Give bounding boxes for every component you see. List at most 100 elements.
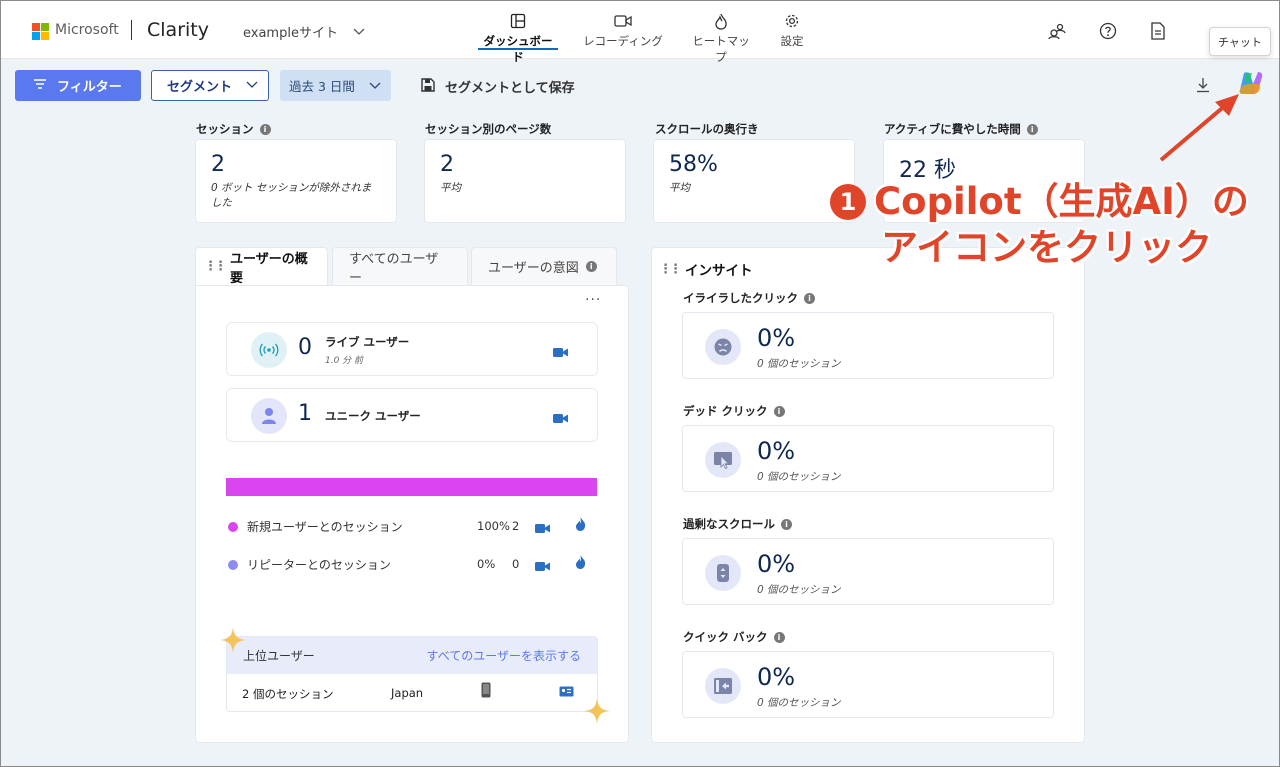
gear-icon xyxy=(776,11,808,31)
live-users-count: 0 xyxy=(298,335,312,360)
insight-label-excessive-scroll: 過剰なスクロール i xyxy=(683,516,792,532)
user-card-icon[interactable] xyxy=(559,686,574,700)
legend-new-sessions: 新規ユーザーとのセッション xyxy=(228,518,403,535)
country-cell: Japan xyxy=(391,686,424,700)
screenshot-frame xyxy=(0,0,1280,767)
info-icon[interactable]: i xyxy=(259,123,271,135)
metric-value: 2 xyxy=(211,152,225,177)
unique-users-count: 1 xyxy=(298,401,312,426)
people-icon[interactable] xyxy=(1048,22,1066,44)
chat-tooltip: チャット xyxy=(1209,27,1271,56)
table-row[interactable]: 2 個のセッション Japan xyxy=(227,674,597,713)
microsoft-logo-icon xyxy=(32,23,49,40)
metric-label-active-time: アクティブに費やした時間 i xyxy=(884,121,1038,137)
metric-value: 58% xyxy=(669,152,718,177)
insight-card-excessive-scroll[interactable]: 0% 0 個のセッション xyxy=(682,538,1054,605)
help-icon[interactable] xyxy=(1099,22,1117,44)
heatmap-icon[interactable] xyxy=(575,516,586,535)
legend-pct: 0% xyxy=(477,557,496,571)
metric-sub: 0 ボット セッションが除外されました xyxy=(211,182,372,209)
info-icon[interactable]: i xyxy=(804,292,815,304)
tab-all-users[interactable]: すべてのユーザー xyxy=(332,247,468,286)
live-users-time: 1.0 分 前 xyxy=(325,356,364,366)
top-nav: Microsoft Clarity exampleサイト ダッシュボード レコー… xyxy=(1,1,1279,64)
chevron-down-icon[interactable] xyxy=(353,22,365,41)
legend-dot xyxy=(228,559,238,570)
sessions-cell: 2 個のセッション xyxy=(242,687,334,701)
filter-icon xyxy=(33,78,47,94)
insight-sub: 0 個のセッション xyxy=(757,697,841,709)
tab-dashboard[interactable]: ダッシュボード xyxy=(478,11,558,65)
save-segment-label: セグメントとして保存 xyxy=(445,81,575,96)
insights-title: ⋮⋮ インサイト xyxy=(659,261,753,280)
tab-heatmap[interactable]: ヒートマップ xyxy=(687,11,755,65)
mobile-device-icon xyxy=(481,682,491,701)
date-range-dropdown[interactable]: 過去 3 日間 xyxy=(280,70,391,101)
recording-icon[interactable] xyxy=(553,343,568,362)
angry-face-icon xyxy=(705,329,741,365)
callout-line2: アイコンをクリック xyxy=(881,226,1213,269)
info-icon[interactable]: i xyxy=(585,261,597,272)
metric-card-scroll: 58% 平均 xyxy=(653,139,855,223)
insight-sub: 0 個のセッション xyxy=(757,471,841,483)
heatmap-icon xyxy=(687,11,755,31)
insight-value: 0% xyxy=(757,437,796,465)
legend-pct: 100% xyxy=(477,519,510,533)
site-selector[interactable]: exampleサイト xyxy=(243,22,338,41)
filter-label: フィルター xyxy=(57,80,122,95)
top-users-title: 上位ユーザー xyxy=(243,649,315,663)
recording-icon[interactable] xyxy=(535,557,550,576)
divider xyxy=(131,20,132,40)
tab-settings[interactable]: 設定 xyxy=(776,11,808,49)
tab-user-intent[interactable]: ユーザーの意図 i xyxy=(471,247,617,285)
insight-card-rage-clicks[interactable]: 0% 0 個のセッション xyxy=(682,312,1054,379)
segment-dropdown[interactable]: セグメント xyxy=(151,70,269,101)
document-icon[interactable] xyxy=(1150,22,1166,44)
more-options-icon[interactable]: ··· xyxy=(585,292,601,308)
quick-back-icon xyxy=(705,668,741,704)
insight-label-rage-clicks: イライラしたクリック i xyxy=(683,290,815,306)
callout-arrow xyxy=(1155,90,1245,169)
chevron-down-icon xyxy=(246,78,258,93)
drag-handle-icon[interactable]: ⋮⋮ xyxy=(659,262,682,277)
drag-handle-icon[interactable]: ⋮⋮ xyxy=(204,259,227,274)
recording-icon[interactable] xyxy=(535,519,550,538)
filter-button[interactable]: フィルター xyxy=(15,70,141,101)
live-users-label: ライブ ユーザー xyxy=(325,335,410,349)
recording-icon xyxy=(583,11,663,31)
tab-label: ダッシュボード xyxy=(483,34,553,64)
heatmap-icon[interactable] xyxy=(575,554,586,573)
callout-line1: Copilot（生成AI）の xyxy=(874,180,1249,223)
insight-value: 0% xyxy=(757,324,796,352)
insight-sub: 0 個のセッション xyxy=(757,358,841,370)
top-users-header: 上位ユーザー すべてのユーザーを表示する xyxy=(227,637,597,674)
date-range-label: 過去 3 日間 xyxy=(289,79,355,94)
chevron-down-icon xyxy=(369,78,381,93)
live-users-row: 0 ライブ ユーザー 1.0 分 前 xyxy=(226,322,598,376)
insight-card-dead-clicks[interactable]: 0% 0 個のセッション xyxy=(682,425,1054,492)
insight-card-quick-back[interactable]: 0% 0 個のセッション xyxy=(682,651,1054,718)
metric-card-pages: 2 平均 xyxy=(424,139,626,223)
sparkle-icon xyxy=(584,698,610,728)
metric-label-pages-per-session: セッション別のページ数 xyxy=(425,122,552,136)
tab-recording[interactable]: レコーディング xyxy=(583,11,663,49)
insight-value: 0% xyxy=(757,550,796,578)
annotation-callout: 1 Copilot（生成AI）の アイコンをクリック xyxy=(830,179,1249,271)
scroll-icon xyxy=(705,555,741,591)
info-icon[interactable]: i xyxy=(781,518,792,530)
info-icon[interactable]: i xyxy=(1026,123,1038,135)
info-icon[interactable]: i xyxy=(773,405,785,417)
save-icon xyxy=(421,77,435,96)
unique-users-row: 1 ユニーク ユーザー xyxy=(226,388,598,442)
recording-icon[interactable] xyxy=(553,409,568,428)
live-signal-icon xyxy=(251,332,287,368)
metric-label-sessions: セッション i xyxy=(196,121,271,137)
brand-title[interactable]: Clarity xyxy=(147,19,209,41)
info-icon[interactable]: i xyxy=(773,631,785,643)
save-segment-button[interactable]: セグメントとして保存 xyxy=(421,77,575,96)
dead-click-icon xyxy=(705,442,741,478)
view-all-users-link[interactable]: すべてのユーザーを表示する xyxy=(427,647,581,664)
top-users-table: 上位ユーザー すべてのユーザーを表示する 2 個のセッション Japan xyxy=(226,636,598,712)
legend-count: 0 xyxy=(512,557,520,571)
tab-user-overview[interactable]: ⋮⋮ ユーザーの概要 xyxy=(195,247,328,286)
